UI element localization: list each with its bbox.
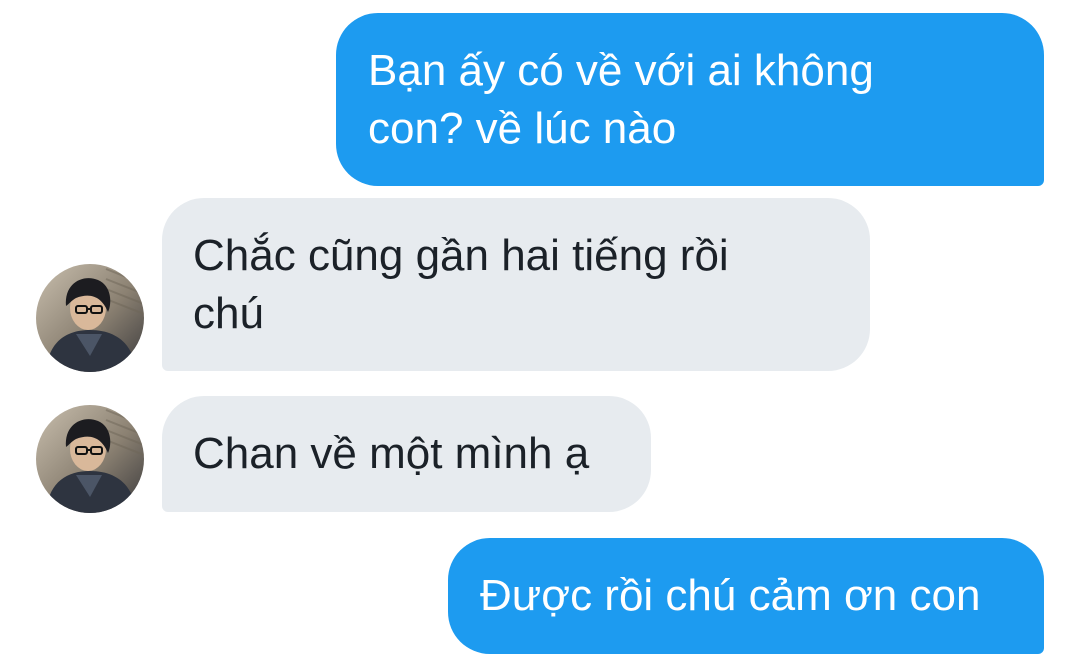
avatar-photo-icon — [36, 264, 144, 372]
outgoing-message-bubble[interactable]: Được rồi chú cảm ơn con — [448, 538, 1044, 654]
contact-avatar[interactable] — [36, 405, 144, 513]
avatar-photo-icon — [36, 405, 144, 513]
incoming-message-bubble[interactable]: Chan về một mình ạ — [162, 396, 651, 512]
incoming-message-bubble[interactable]: Chắc cũng gần hai tiếng rồi chú — [162, 198, 870, 371]
outgoing-message-bubble[interactable]: Bạn ấy có về với ai không con? về lúc nà… — [336, 13, 1044, 186]
contact-avatar[interactable] — [36, 264, 144, 372]
